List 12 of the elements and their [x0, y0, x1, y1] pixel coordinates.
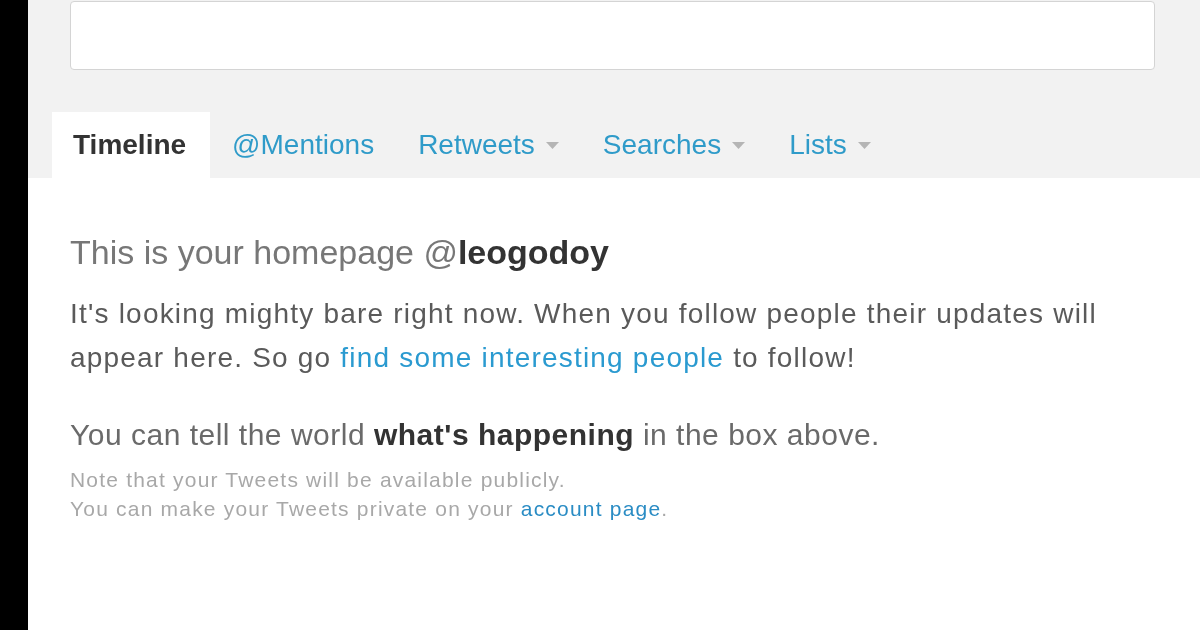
account-page-link[interactable]: account page	[520, 497, 662, 520]
homepage-heading: This is your homepage @leogodoy	[70, 232, 611, 272]
tab[interactable]: Timeline	[52, 112, 211, 178]
privacy-note: Note that your Tweets will be available publicly. You can make your Tweets private on your account page.	[70, 467, 670, 522]
tab[interactable]: @Mentions	[210, 112, 397, 178]
find-people-link[interactable]: find some interesting people	[340, 342, 725, 373]
empty-timeline-message: It's looking mighty bare right now. When you follow people their updates will appear here. So go find some interesting people to follow!	[70, 297, 1098, 375]
status-input-field[interactable]	[70, 1, 1155, 70]
tab[interactable]: Searches	[580, 112, 768, 178]
tab[interactable]: Retweets	[396, 112, 581, 178]
compose-prompt: You can tell the world what's happening in the box above.	[70, 417, 881, 453]
tab[interactable]: Lists	[767, 112, 893, 178]
